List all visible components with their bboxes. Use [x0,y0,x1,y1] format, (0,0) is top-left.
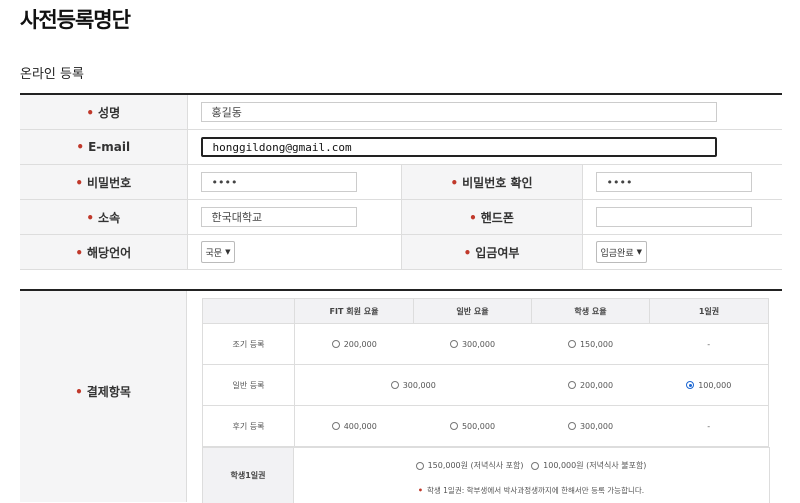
payment-status-select-value: 입금완료 [600,248,634,259]
student-day-option-1[interactable]: 150,000원 (저녁식사 포함) [415,461,524,470]
table-row: 조기 등록 200,000 300,000 150,000 - [202,323,769,365]
payment-status-label: • 입금여부 [400,234,582,270]
fee-header-student: 학생 요율 [531,298,650,324]
fee-option[interactable]: 500,000 [413,405,532,447]
radio-selected-icon[interactable] [686,381,695,389]
page-title: 사전등록명단 [20,8,131,32]
fee-header-day: 1일권 [649,298,769,324]
payment-status-select[interactable]: 입금완료 ▼ [595,241,648,263]
radio-icon[interactable] [567,422,576,430]
fee-option[interactable]: 300,000 [413,323,532,365]
language-label: • 해당언어 [20,234,187,270]
fee-header-fit: FIT 회원 요율 [294,298,414,324]
fee-header-general: 일반 요율 [413,298,532,324]
language-select[interactable]: 국문 ▼ [200,241,236,263]
name-input[interactable]: 홍길동 [200,102,717,122]
table-row: 후기 등록 400,000 500,000 300,000 - [202,405,769,447]
fee-empty: - [649,323,769,365]
phone-input[interactable] [595,207,752,227]
payment-section: • 결제항목 FIT 회원 요율 일반 요율 학생 요율 1일권 조기 등록 20… [20,289,782,503]
row-label: 조기 등록 [202,323,295,365]
radio-icon[interactable] [567,340,576,348]
radio-icon[interactable] [567,381,576,389]
table-row: 일반 등록 300,000 200,000 100,000 [202,364,769,406]
password-label: • 비밀번호 [20,164,187,200]
phone-label: • 핸드폰 [400,199,582,235]
student-day-note: • 학생 1일권: 학부생에서 박사과정생까지에 한해서만 등록 가능합니다. [417,486,645,495]
radio-icon[interactable] [390,381,399,389]
payment-label: • 결제항목 [20,291,187,502]
student-day-label: 학생1일권 [203,448,294,503]
radio-icon[interactable] [415,461,424,470]
student-day-pass: 학생1일권 150,000원 (저녁식사 포함) 100,000원 (저녁식사 … [202,447,770,503]
affiliation-label: • 소속 [20,199,187,235]
chevron-down-icon: ▼ [225,248,231,256]
registration-form: • 성명 홍길동 • E-mail honggildong@gmail.com • 비… [20,93,782,270]
row-label: 일반 등록 [202,364,295,406]
radio-icon[interactable] [449,422,458,430]
email-label: • E-mail [20,129,187,165]
fee-option[interactable]: 200,000 [531,364,650,406]
fee-option[interactable]: 300,000 [294,364,532,406]
radio-icon[interactable] [449,340,458,348]
fee-option[interactable]: 300,000 [531,405,650,447]
fee-empty: - [649,405,769,447]
chevron-down-icon: ▼ [636,248,643,256]
radio-icon[interactable] [331,422,340,430]
email-input[interactable]: honggildong@gmail.com [200,137,717,157]
fee-option[interactable]: 200,000 [294,323,414,365]
fee-option[interactable]: 150,000 [531,323,650,365]
password-confirm-input[interactable]: •••• [595,172,752,192]
fee-option[interactable]: 100,000 [649,364,769,406]
radio-icon[interactable] [531,461,540,470]
student-day-option-2[interactable]: 100,000원 (저녁식사 불포함) [531,461,646,470]
section-title: 온라인 등록 [20,67,84,82]
row-label: 후기 등록 [202,405,295,447]
student-day-options: 150,000원 (저녁식사 포함) 100,000원 (저녁식사 불포함) [293,460,769,471]
name-label: • 성명 [20,94,187,130]
radio-icon[interactable] [331,340,340,348]
fee-option[interactable]: 400,000 [294,405,414,447]
affiliation-input[interactable]: 한국대학교 [200,207,357,227]
password-input[interactable]: •••• [200,172,357,192]
fee-table: FIT 회원 요율 일반 요율 학생 요율 1일권 조기 등록 200,000 … [202,298,769,447]
language-select-value: 국문 [205,248,223,259]
fee-header-empty [202,298,295,324]
password-confirm-label: • 비밀번호 확인 [400,164,582,200]
